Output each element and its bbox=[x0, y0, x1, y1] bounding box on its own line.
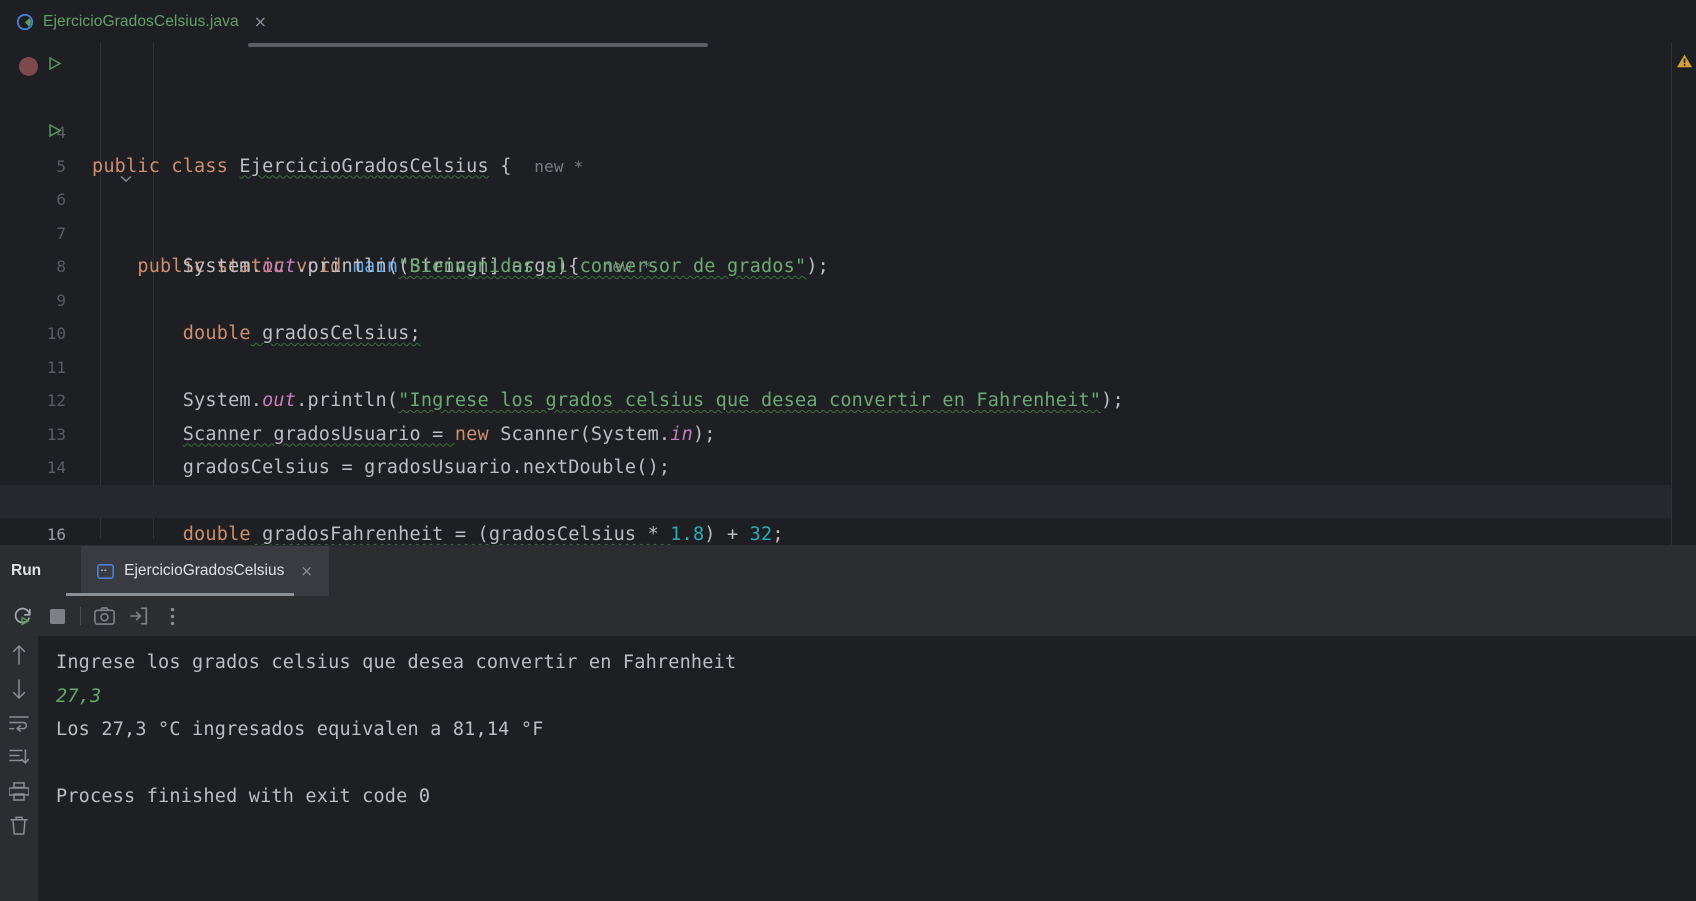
ide-window: EjercicioGradosCelsius.java × public cla… bbox=[0, 0, 1696, 901]
console-sidebar-toolbar bbox=[0, 636, 38, 901]
soft-wrap-icon[interactable] bbox=[4, 710, 34, 736]
arrow-up-icon[interactable] bbox=[4, 642, 34, 668]
arrow-into-box-icon[interactable] bbox=[121, 599, 155, 633]
toolbar-separator bbox=[80, 607, 81, 625]
code-line[interactable]: 5 public static void main(String[] args)… bbox=[0, 116, 1696, 277]
rerun-button[interactable] bbox=[6, 599, 40, 633]
fold-chevron-down-icon[interactable] bbox=[76, 128, 132, 182]
run-class-icon[interactable] bbox=[48, 56, 62, 71]
console-window-icon bbox=[97, 563, 115, 579]
run-tab-label: EjercicioGradosCelsius bbox=[124, 562, 285, 579]
code-line[interactable]: 4 bbox=[0, 83, 1696, 142]
close-icon[interactable]: × bbox=[300, 562, 313, 580]
trash-icon[interactable] bbox=[4, 812, 34, 838]
console-line: Los 27,3 °C ingresados equivalen a 81,14… bbox=[56, 719, 544, 740]
code-line[interactable]: 17 bbox=[0, 518, 1696, 545]
breakpoint-icon[interactable] bbox=[19, 57, 38, 76]
kebab-menu-icon[interactable] bbox=[155, 599, 189, 633]
editor-tab-ejerciciogradoscelsius[interactable]: EjercicioGradosCelsius.java × bbox=[0, 0, 281, 43]
run-tab-ejerciciogradoscelsius[interactable]: EjercicioGradosCelsius × bbox=[81, 546, 329, 596]
editor-inspection-rail[interactable] bbox=[1671, 43, 1696, 545]
console-output[interactable]: Ingrese los grados celsius que desea con… bbox=[38, 636, 1696, 901]
code-line[interactable]: 14 bbox=[0, 418, 1696, 477]
console-area: Ingrese los grados celsius que desea con… bbox=[0, 636, 1696, 901]
editor-tabbar: EjercicioGradosCelsius.java × bbox=[0, 0, 1696, 43]
scroll-to-end-icon[interactable] bbox=[4, 744, 34, 770]
run-tool-window: Run EjercicioGradosCelsius × Ingrese los… bbox=[0, 545, 1696, 901]
code-line[interactable]: 7 System.out.println("Bienvenidos al con… bbox=[0, 183, 1696, 278]
run-tool-window-header: Run EjercicioGradosCelsius × bbox=[0, 546, 1696, 596]
code-line[interactable]: 8 bbox=[0, 217, 1696, 276]
code-line[interactable]: 6 bbox=[0, 150, 1696, 209]
console-line: Ingrese los grados celsius que desea con… bbox=[56, 652, 737, 673]
code-line[interactable]: 11 System.out.println("Ingrese los grado… bbox=[0, 317, 1696, 412]
run-method-icon[interactable] bbox=[48, 123, 62, 138]
run-tool-window-title: Run bbox=[11, 562, 42, 579]
code-line[interactable]: 13 gradosCelsius = gradosUsuario.nextDou… bbox=[0, 384, 1696, 479]
editor-tab-label: EjercicioGradosCelsius.java bbox=[43, 12, 239, 30]
editor-lines: public class EjercicioGradosCelsius { ne… bbox=[0, 49, 1696, 545]
stop-button[interactable] bbox=[40, 599, 74, 633]
java-class-icon bbox=[16, 13, 34, 31]
close-icon[interactable]: × bbox=[254, 13, 267, 30]
printer-icon[interactable] bbox=[4, 778, 34, 804]
warning-triangle-icon[interactable] bbox=[1676, 53, 1693, 74]
run-toolbar bbox=[0, 596, 1696, 637]
console-line-input: 27,3 bbox=[56, 685, 102, 707]
code-line[interactable]: 12 Scanner gradosUsuario = new Scanner(S… bbox=[0, 351, 1696, 445]
code-line[interactable]: public class EjercicioGradosCelsius { ne… bbox=[0, 49, 1696, 177]
arrow-down-icon[interactable] bbox=[4, 676, 34, 702]
code-line[interactable]: 9 double gradosCelsius; bbox=[0, 250, 1696, 345]
code-line[interactable]: 10 bbox=[0, 284, 1696, 343]
console-line: Process finished with exit code 0 bbox=[56, 786, 431, 807]
code-editor[interactable]: public class EjercicioGradosCelsius { ne… bbox=[0, 43, 1696, 545]
camera-icon[interactable] bbox=[87, 599, 121, 633]
editor-horizontal-scrollbar[interactable] bbox=[248, 43, 708, 47]
code-line-active[interactable]: 16 System.out.println(String.format("Los… bbox=[0, 484, 1696, 544]
code-line[interactable]: 15 double gradosFahrenheit = (gradosCels… bbox=[0, 451, 1696, 546]
